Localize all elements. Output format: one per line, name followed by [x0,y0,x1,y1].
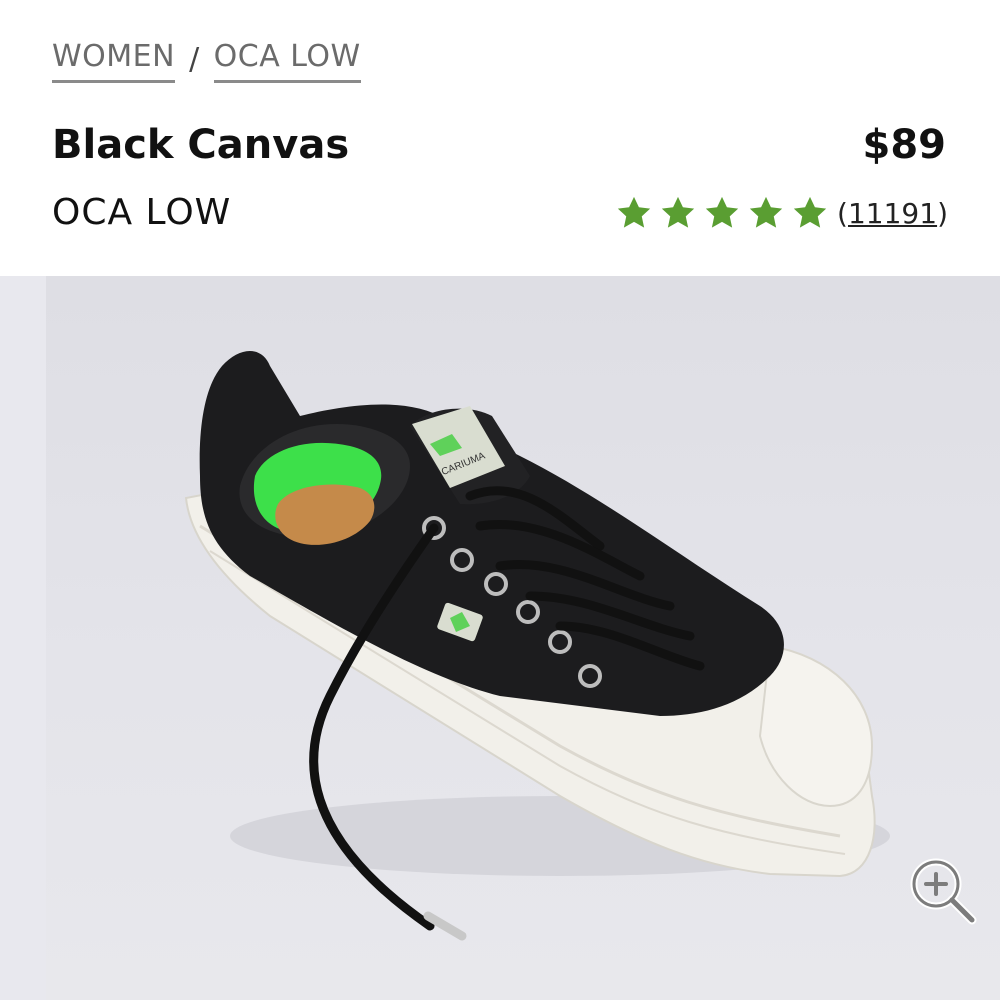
rating-stars [615,194,829,232]
star-icon [617,196,651,228]
review-count-paren-open: ( [837,196,848,230]
star-icon [661,196,695,228]
star-icon [749,196,783,228]
star-icon [705,196,739,228]
star-icon [793,196,827,228]
sneaker-illustration: CARIUMA [184,351,890,941]
zoom-in-icon[interactable] [902,850,986,934]
breadcrumb-link-women[interactable]: WOMEN [52,38,176,83]
breadcrumb: WOMEN / OCA LOW [52,38,361,84]
product-collection: OCA LOW [52,192,232,233]
product-title: Black Canvas [52,122,350,168]
product-price: $89 [862,122,947,168]
rating: (11191) [615,194,948,232]
review-count: (11191) [837,197,948,230]
breadcrumb-separator: / [189,42,200,77]
review-count-paren-close: ) [937,196,948,230]
breadcrumb-link-oca-low[interactable]: OCA LOW [213,38,361,83]
product-image[interactable]: CARIUMA [0,276,1000,1000]
review-count-link[interactable]: 11191 [848,197,937,230]
